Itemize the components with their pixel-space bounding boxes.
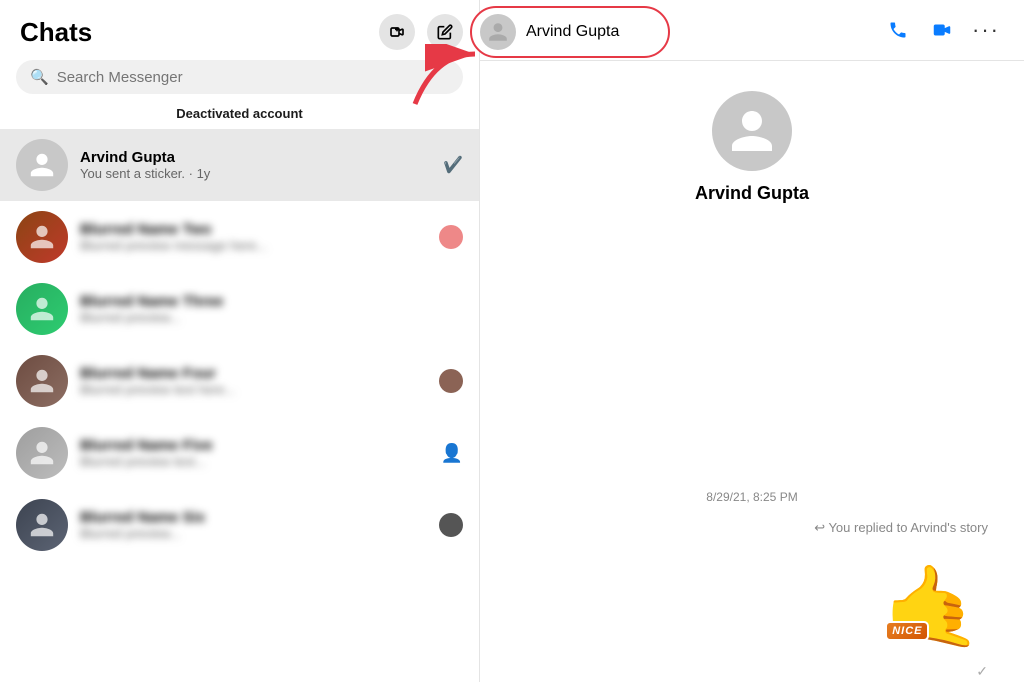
chat-list: Arvind Gupta You sent a sticker. · 1y ✔️… — [0, 129, 479, 682]
chat-info-6: Blurred Name Six Blurred preview... — [80, 509, 427, 541]
chat-preview-6: Blurred preview... — [80, 526, 427, 541]
chat-name-6: Blurred Name Six — [80, 509, 427, 526]
reply-label: ↩ You replied to Arvind's story — [814, 520, 988, 536]
search-input[interactable] — [57, 69, 449, 86]
chat-preview-2: Blurred preview message here... — [80, 238, 427, 253]
avatar-5 — [16, 427, 68, 479]
chat-name-arvind: Arvind Gupta — [80, 149, 431, 166]
chat-item-5[interactable]: Blurred Name Five Blurred preview text..… — [0, 417, 479, 489]
avatar-4 — [16, 355, 68, 407]
chat-preview-5: Blurred preview text... — [80, 454, 429, 469]
avatar-3 — [16, 283, 68, 335]
header-actions: ··· — [880, 12, 1004, 48]
chat-item-6[interactable]: Blurred Name Six Blurred preview... — [0, 489, 479, 561]
message-area: 8/29/21, 8:25 PM ↩ You replied to Arvind… — [500, 234, 1004, 662]
left-panel: Chats 🔍 Deactivated account — [0, 0, 480, 682]
highlighted-avatar — [480, 14, 516, 50]
person-icon-5: 👤 — [441, 443, 463, 464]
chat-name-3: Blurred Name Three — [80, 293, 463, 310]
new-video-button[interactable] — [379, 14, 415, 50]
video-call-button[interactable] — [924, 12, 960, 48]
avatar-2 — [16, 211, 68, 263]
chat-name-4: Blurred Name Four — [80, 365, 427, 382]
chat-name-2: Blurred Name Two — [80, 221, 427, 238]
chat-name-5: Blurred Name Five — [80, 437, 429, 454]
seen-icon: ✔️ — [443, 155, 463, 175]
thumb-icon-2 — [439, 225, 463, 249]
message-timestamp: 8/29/21, 8:25 PM — [706, 490, 797, 504]
deactivated-tooltip: Deactivated account — [176, 106, 302, 121]
chat-info-5: Blurred Name Five Blurred preview text..… — [80, 437, 429, 469]
tooltip-area: Deactivated account — [0, 102, 479, 129]
chat-meta-5: 👤 — [441, 443, 463, 464]
thumb-icon-6 — [439, 513, 463, 537]
sticker-area: 🤙 NICE ✓ — [878, 552, 988, 662]
contact-avatar-large — [712, 91, 792, 171]
avatar-6 — [16, 499, 68, 551]
chat-item-3[interactable]: Blurred Name Three Blurred preview... — [0, 273, 479, 345]
chat-preview-3: Blurred preview... — [80, 310, 463, 325]
chat-info-4: Blurred Name Four Blurred preview text h… — [80, 365, 427, 397]
highlighted-contact[interactable]: Arvind Gupta — [470, 6, 670, 58]
chat-area: Arvind Gupta 8/29/21, 8:25 PM ↩ You repl… — [480, 61, 1024, 682]
thumb-icon-4 — [439, 369, 463, 393]
phone-call-button[interactable] — [880, 12, 916, 48]
contact-display-name: Arvind Gupta — [695, 183, 809, 204]
left-header: Chats — [0, 0, 479, 60]
sticker-seen-indicator: ✓ — [976, 663, 988, 680]
chat-meta-4 — [439, 369, 463, 393]
contact-header: Arvind Gupta — [695, 91, 809, 204]
chat-item-2[interactable]: Blurred Name Two Blurred preview message… — [0, 201, 479, 273]
chat-info-arvind: Arvind Gupta You sent a sticker. · 1y — [80, 149, 431, 181]
chat-item-4[interactable]: Blurred Name Four Blurred preview text h… — [0, 345, 479, 417]
nice-badge: NICE — [885, 621, 929, 641]
compose-button[interactable] — [427, 14, 463, 50]
chat-item-arvind[interactable]: Arvind Gupta You sent a sticker. · 1y ✔️ — [0, 129, 479, 201]
chat-meta-arvind: ✔️ — [443, 155, 463, 175]
nice-sticker: 🤙 NICE — [878, 552, 988, 662]
search-icon: 🔍 — [30, 68, 49, 86]
chat-info-2: Blurred Name Two Blurred preview message… — [80, 221, 427, 253]
more-options-button[interactable]: ··· — [968, 12, 1004, 48]
chat-preview-4: Blurred preview text here... — [80, 382, 427, 397]
chat-info-3: Blurred Name Three Blurred preview... — [80, 293, 463, 325]
chat-meta-2 — [439, 225, 463, 249]
highlighted-contact-name: Arvind Gupta — [526, 23, 619, 41]
chat-preview-arvind: You sent a sticker. · 1y — [80, 166, 431, 181]
avatar-arvind — [16, 139, 68, 191]
chats-title: Chats — [20, 17, 367, 48]
chat-meta-6 — [439, 513, 463, 537]
right-panel: Arvind Gupta ··· Arvind Gupta — [480, 0, 1024, 682]
search-bar[interactable]: 🔍 — [16, 60, 463, 94]
